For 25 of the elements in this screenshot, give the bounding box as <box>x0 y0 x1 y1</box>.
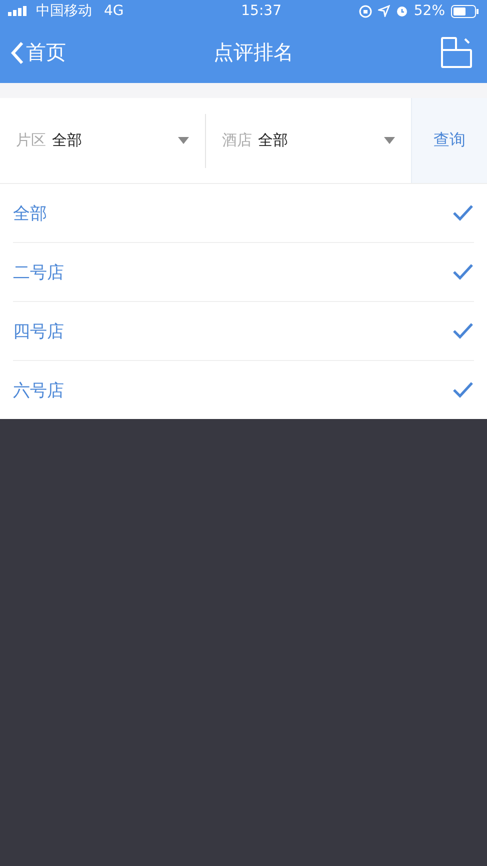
filter-dropdown[interactable]: 片区 全部 <box>0 114 206 168</box>
battery-percent: 52% <box>414 3 445 19</box>
caret-icon <box>384 137 395 144</box>
query-button[interactable]: 查询 <box>411 98 487 183</box>
location-icon <box>378 5 390 17</box>
option-item[interactable]: 六号店 <box>13 361 474 419</box>
page-title: 点评排名 <box>214 39 294 66</box>
check-icon <box>452 381 474 399</box>
alarm-icon <box>396 5 408 17</box>
carrier-name: 中国移动 <box>36 2 92 20</box>
back-button[interactable]: 首页 <box>10 39 66 66</box>
check-icon <box>452 204 474 222</box>
battery-icon <box>451 4 479 18</box>
rotation-lock-icon <box>358 4 372 18</box>
share-icon[interactable] <box>441 36 473 68</box>
option-item[interactable]: 二号店 <box>13 243 474 302</box>
caret-icon <box>178 137 189 144</box>
chevron-left-icon <box>10 40 24 64</box>
clock-time: 15:37 <box>241 3 282 19</box>
option-item[interactable]: 四号店 <box>13 302 474 361</box>
filter-dropdown[interactable]: 酒店 全部 <box>206 114 411 168</box>
option-item[interactable]: 全部 <box>13 184 474 243</box>
network-type: 4G <box>104 3 124 19</box>
check-icon <box>452 322 474 340</box>
check-icon <box>452 263 474 281</box>
